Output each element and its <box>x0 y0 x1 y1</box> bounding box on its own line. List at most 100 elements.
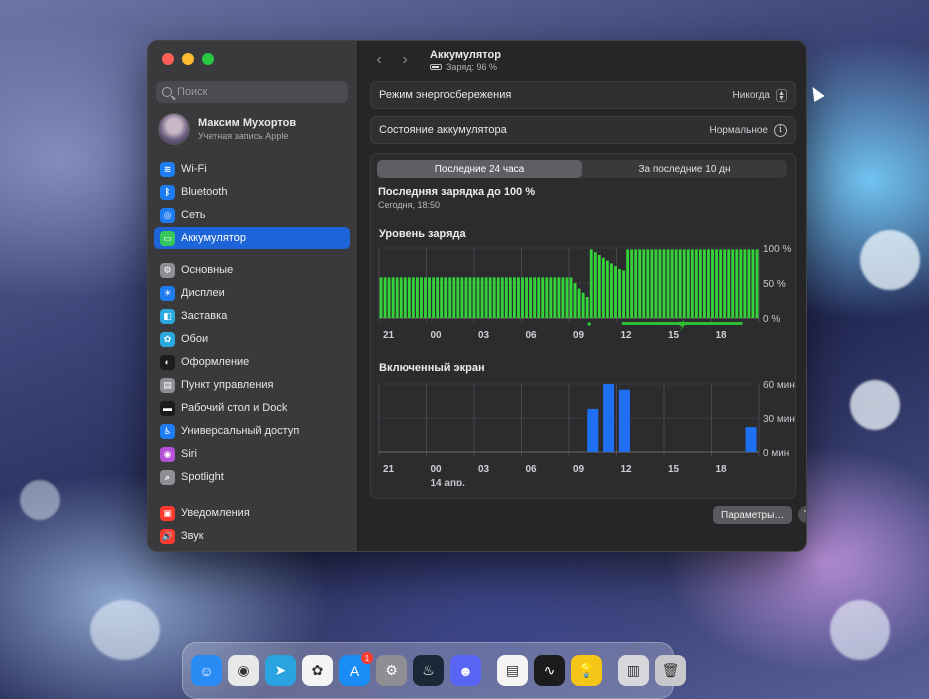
sidebar-item-gear[interactable]: ⚙ Основные <box>154 259 350 281</box>
zoom-button[interactable] <box>202 53 214 65</box>
sidebar-item-control-center[interactable]: ▤ Пункт управления <box>154 374 350 396</box>
trash-app[interactable]: 🗑 <box>655 655 686 686</box>
info-icon[interactable]: i <box>774 123 787 137</box>
chart-bar <box>605 260 609 318</box>
chart-bar <box>707 249 710 318</box>
x-tick-label: 03 <box>478 330 490 341</box>
sidebar-item-sound[interactable]: 🔊 Звук <box>154 525 350 547</box>
y-tick-label: 0 % <box>763 314 780 325</box>
telegram-app[interactable]: ➤ <box>265 655 296 686</box>
display-icon: ☀ <box>160 285 175 301</box>
forward-chevron-icon[interactable]: › <box>398 51 412 69</box>
sidebar-item-wallpaper[interactable]: ✿ Обои <box>154 328 350 350</box>
downloads-stack[interactable]: ▥ <box>618 655 649 686</box>
sidebar-item-display[interactable]: ☀ Дисплеи <box>154 282 350 304</box>
x-tick-label: 06 <box>526 330 538 341</box>
chart-bar <box>755 249 759 318</box>
chart-bar <box>618 269 621 318</box>
sidebar-item-notifications[interactable]: ▣ Уведомления <box>154 502 350 524</box>
screen-on-chart: 60 мин 30 мин 0 мин 21 00 03 06 09 12 15 18 14 апр. <box>378 380 795 486</box>
steam-app[interactable]: ♨ <box>413 655 444 686</box>
sidebar-item-network[interactable]: ◎ Сеть <box>154 204 350 226</box>
sound-icon: 🔊 <box>160 528 175 544</box>
sidebar-item-screensaver[interactable]: ◧ Заставка <box>154 305 350 327</box>
appearance-icon: ◐ <box>160 354 175 370</box>
settings-window: Поиск Максим Мухортов Учетная запись App… <box>147 40 807 552</box>
x-tick-label: 09 <box>573 330 585 341</box>
close-button[interactable] <box>162 53 174 65</box>
user-name: Максим Мухортов <box>198 117 297 129</box>
control-center-icon: ▤ <box>160 377 175 393</box>
chart-bar <box>500 277 504 318</box>
system-settings-app[interactable]: ⚙ <box>376 655 407 686</box>
chart-bar <box>549 277 553 318</box>
chart-bar <box>658 249 662 318</box>
chart-bar <box>533 277 537 318</box>
chrome-app[interactable]: ◉ <box>228 655 259 686</box>
chart-bar <box>626 249 630 318</box>
notes-app[interactable]: ▤ <box>497 655 528 686</box>
low-power-value: Никогда <box>732 89 770 101</box>
chart-bar <box>654 249 658 318</box>
chart-bar <box>682 249 686 318</box>
chart-bar <box>589 249 593 318</box>
x-tick-label: 15 <box>668 330 680 341</box>
siri-icon: ◉ <box>160 446 175 462</box>
sidebar-item-siri[interactable]: ◉ Siri <box>154 443 350 465</box>
chart-bar <box>618 389 630 452</box>
chart-bar <box>751 249 755 318</box>
search-input[interactable]: Поиск <box>156 81 348 103</box>
y-tick-label: 100 % <box>763 244 791 255</box>
user-account[interactable]: Максим Мухортов Учетная запись Apple <box>158 113 296 145</box>
sidebar-item-accessibility[interactable]: ♿ Универсальный доступ <box>154 420 350 442</box>
sidebar-item-label: Звук <box>181 530 204 542</box>
app-store-app[interactable]: A1 <box>339 652 373 686</box>
wifi-icon: ≋ <box>160 161 175 177</box>
sidebar-item-label: Дисплеи <box>181 287 225 299</box>
sidebar-item-label: Wi-Fi <box>181 163 207 175</box>
chart-bar <box>614 266 617 318</box>
x-tick-label: 15 <box>668 464 680 475</box>
minimize-button[interactable] <box>182 53 194 65</box>
chart-bar <box>577 288 581 318</box>
tab-last-24-hours[interactable]: Последние 24 часа <box>377 160 582 178</box>
help-button[interactable]: ? <box>798 506 806 523</box>
chart-bar <box>630 249 634 318</box>
photos-app[interactable]: ✿ <box>302 655 333 686</box>
chart-bar <box>460 277 464 318</box>
chart-bar <box>638 249 642 318</box>
chart-bar <box>383 277 387 318</box>
sidebar-nav-notifications: ▣ Уведомления 🔊 Звук <box>154 502 350 548</box>
sidebar-item-label: Обои <box>181 333 209 345</box>
finder-app[interactable]: ☺ <box>191 655 222 686</box>
back-chevron-icon[interactable]: ‹ <box>372 51 386 69</box>
sidebar-item-wifi[interactable]: ≋ Wi-Fi <box>154 158 350 180</box>
chart-bar <box>432 277 435 318</box>
sidebar-item-bluetooth[interactable]: ᛒ Bluetooth <box>154 181 350 203</box>
chart-bar <box>379 277 383 318</box>
chart-bar <box>622 270 625 318</box>
wallpaper-bokeh <box>90 600 160 660</box>
discord-app[interactable]: ☻ <box>450 655 481 686</box>
sidebar-item-desktop-dock[interactable]: ▬ Рабочий стол и Dock <box>154 397 350 419</box>
gear-icon: ⚙ <box>160 262 175 278</box>
sidebar-item-label: Универсальный доступ <box>181 425 300 437</box>
tab-last-10-days[interactable]: За последние 10 дн <box>582 160 787 178</box>
sidebar-item-battery[interactable]: ▭ Аккумулятор <box>154 227 350 249</box>
sidebar-item-label: Уведомления <box>181 507 250 519</box>
x-date-label: 14 апр. <box>431 478 466 486</box>
avatar <box>158 113 190 145</box>
chart-bar <box>690 249 694 318</box>
x-tick-label: 06 <box>526 464 538 475</box>
chart-bar <box>739 249 743 318</box>
activity-monitor-app[interactable]: ∿ <box>534 655 565 686</box>
wallpaper-bokeh <box>850 380 900 430</box>
chart-bar <box>587 408 599 452</box>
parameters-button[interactable]: Параметры… <box>713 506 793 524</box>
tips-app[interactable]: 💡 <box>571 655 602 686</box>
sidebar-item-spotlight[interactable]: ⌕ Spotlight <box>154 466 350 488</box>
low-power-select[interactable]: Никогда ▲ ▼ <box>732 88 787 102</box>
user-subtitle: Учетная запись Apple <box>198 131 289 141</box>
y-tick-label: 60 мин <box>763 380 795 391</box>
sidebar-item-appearance[interactable]: ◐ Оформление <box>154 351 350 373</box>
